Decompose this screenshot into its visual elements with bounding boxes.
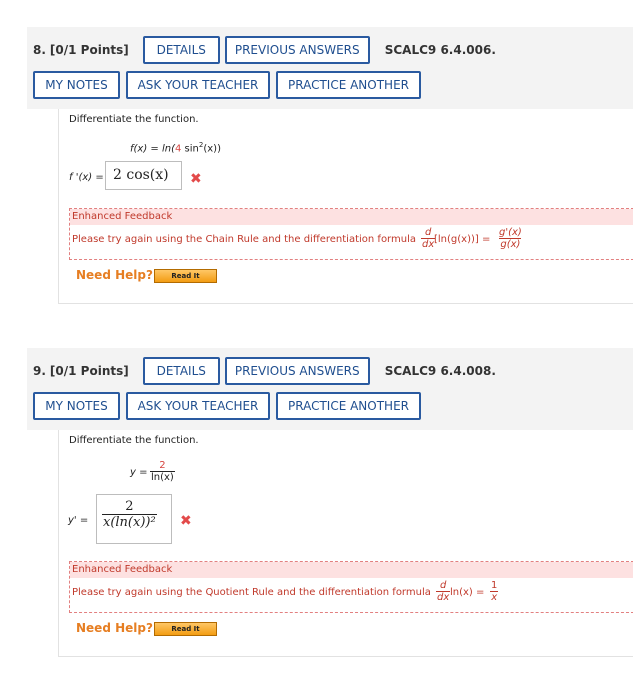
q9-feedback-text: Please try again using the Quotient Rule…	[72, 587, 431, 598]
q8-answer-label: f '(x) =	[69, 172, 104, 183]
q9-formula-frac: 1 x	[490, 580, 499, 603]
q9-formula-ddx: d dx	[436, 580, 451, 603]
q8-points: [0/1 Points]	[49, 43, 129, 57]
q9-function-frac: 2 ln(x)	[150, 460, 175, 483]
q8-details-button[interactable]: DETAILS	[142, 36, 220, 64]
q9-answer-field[interactable]: 2 x(ln(x))²	[96, 494, 172, 544]
q9-answer-den: x(ln(x))²	[102, 514, 157, 530]
q9-answer-num: 2	[125, 499, 134, 514]
q8-formula-d: d	[424, 227, 432, 238]
q8-formula-mid: [ln(g(x))] =	[434, 234, 491, 245]
q9-formula-den: x	[490, 591, 499, 603]
q9-incorrect-icon: ✖	[180, 513, 192, 529]
q8-previous-answers-button[interactable]: PREVIOUS ANSWERS	[224, 36, 370, 64]
q9-points: [0/1 Points]	[49, 364, 129, 378]
q8-instruction: Differentiate the function.	[69, 114, 199, 125]
q8-number: 8.	[33, 43, 46, 57]
q8-read-it-button[interactable]: Read It	[154, 269, 217, 283]
q8-header: 8. [0/1 Points] DETAILS PREVIOUS ANSWERS…	[27, 27, 633, 109]
q8-function: f(x) = ln(4 sin2(x))	[130, 141, 221, 154]
q9-formula-dx: dx	[436, 591, 451, 603]
q8-ask-teacher-button[interactable]: ASK YOUR TEACHER	[126, 71, 270, 99]
q9-feedback-body: Please try again using the Quotient Rule…	[70, 578, 633, 606]
q9-function-den: ln(x)	[150, 471, 175, 483]
q9-previous-answers-button[interactable]: PREVIOUS ANSWERS	[224, 357, 370, 385]
q9-y-label: y =	[130, 467, 148, 478]
q9-number: 9.	[33, 364, 46, 378]
q8-formula-den: g(x)	[499, 238, 522, 250]
q9-practice-another-button[interactable]: PRACTICE ANOTHER	[276, 392, 421, 420]
q9-instruction: Differentiate the function.	[69, 435, 199, 446]
q8-formula-frac: g'(x) g(x)	[498, 227, 523, 250]
q9-details-button[interactable]: DETAILS	[142, 357, 220, 385]
q8-function-end: (x))	[203, 143, 221, 155]
q8-assignment-code: SCALC9 6.4.006.	[384, 43, 496, 57]
q9-read-it-button[interactable]: Read It	[154, 622, 217, 636]
q8-function-lhs: f(x) = ln(	[130, 143, 175, 155]
q9-function-num: 2	[159, 460, 166, 471]
q8-my-notes-button[interactable]: MY NOTES	[33, 71, 120, 99]
q9-answer-label: y' =	[68, 515, 89, 526]
q9-need-help-label: Need Help?	[76, 621, 153, 635]
q8-practice-another-button[interactable]: PRACTICE ANOTHER	[276, 71, 421, 99]
q9-my-notes-button[interactable]: MY NOTES	[33, 392, 120, 420]
q8-answer-field[interactable]: 2 cos(x)	[105, 161, 182, 190]
q9-feedback-title: Enhanced Feedback	[70, 562, 633, 578]
q9-ask-teacher-button[interactable]: ASK YOUR TEACHER	[126, 392, 270, 420]
q8-feedback-title: Enhanced Feedback	[70, 209, 633, 225]
q9-assignment-code: SCALC9 6.4.008.	[384, 364, 496, 378]
q9-formula-mid: ln(x) =	[450, 587, 485, 598]
q9-header: 9. [0/1 Points] DETAILS PREVIOUS ANSWERS…	[27, 348, 633, 430]
q8-formula-num: g'(x)	[499, 227, 522, 238]
q8-need-help-label: Need Help?	[76, 268, 153, 282]
q8-feedback-body: Please try again using the Chain Rule an…	[70, 225, 633, 253]
q8-function-rest: sin	[181, 143, 199, 155]
q8-incorrect-icon: ✖	[190, 171, 202, 187]
q9-formula-num: 1	[491, 580, 498, 591]
q9-answer-frac: 2 x(ln(x))²	[102, 499, 157, 530]
q9-formula-d: d	[439, 580, 447, 591]
q9-feedback-box: Enhanced Feedback Please try again using…	[69, 561, 633, 613]
q8-feedback-text: Please try again using the Chain Rule an…	[72, 234, 416, 245]
q8-answer-value: 2 cos(x)	[113, 167, 169, 183]
q8-feedback-box: Enhanced Feedback Please try again using…	[69, 208, 633, 260]
